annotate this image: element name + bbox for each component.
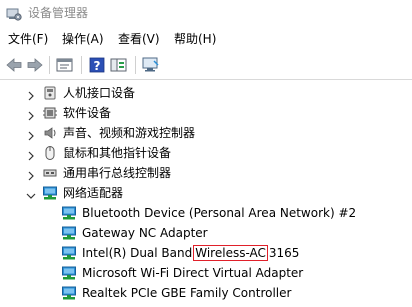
tree-category-mouse[interactable]: 鼠标和其他指针设备 <box>0 143 412 163</box>
tree-item-adapter[interactable]: Realtek PCIe GBE Family Controller <box>0 283 412 303</box>
forward-arrow-icon[interactable] <box>25 56 45 74</box>
menu-help[interactable]: 帮助(H) <box>174 31 216 47</box>
tree-category-label: 软件设备 <box>63 106 112 120</box>
network-adapter-icon <box>61 225 77 241</box>
tree-category-label: 声音、视频和游戏控制器 <box>63 126 196 140</box>
menu-view[interactable]: 查看(V) <box>118 31 160 47</box>
tree-item-adapter-wireless[interactable]: Intel(R) Dual Band Wireless-AC 3165 <box>0 243 412 263</box>
speaker-icon <box>42 125 58 141</box>
tree-item-label: Bluetooth Device (Personal Area Network)… <box>82 206 357 220</box>
menu-action[interactable]: 操作(A) <box>62 31 104 47</box>
tree-category-sound[interactable]: 声音、视频和游戏控制器 <box>0 123 412 143</box>
chevron-down-icon[interactable] <box>25 187 37 199</box>
scan-hardware-icon[interactable] <box>141 56 161 74</box>
tree-category-label: 鼠标和其他指针设备 <box>63 146 172 160</box>
menu-file[interactable]: 文件(F) <box>8 31 48 47</box>
usb-icon <box>42 165 58 181</box>
toolbar-separator <box>49 56 50 74</box>
mouse-icon <box>42 145 58 161</box>
properties-icon[interactable] <box>55 56 75 74</box>
tree-category-usb[interactable]: 通用串行总线控制器 <box>0 163 412 183</box>
chevron-right-icon[interactable] <box>25 127 37 141</box>
network-adapter-icon <box>61 285 77 301</box>
device-manager-icon <box>6 6 22 22</box>
network-adapter-icon <box>61 265 77 281</box>
tree-item-adapter[interactable]: Microsoft Wi-Fi Direct Virtual Adapter <box>0 263 412 283</box>
tree-category-label: 人机接口设备 <box>63 86 136 100</box>
highlighted-text: Wireless-AC <box>193 245 268 261</box>
back-arrow-icon[interactable] <box>4 56 24 74</box>
tree-item-adapter[interactable]: Gateway NC Adapter <box>0 223 412 243</box>
toolbar: ? <box>0 51 412 80</box>
tree-item-label: Microsoft Wi-Fi Direct Virtual Adapter <box>82 266 304 280</box>
svg-text:?: ? <box>94 59 101 73</box>
tree-category-network[interactable]: 网络适配器 <box>0 183 412 203</box>
tree-category-label: 通用串行总线控制器 <box>63 166 172 180</box>
chevron-right-icon[interactable] <box>25 87 37 101</box>
chevron-right-icon[interactable] <box>25 107 37 121</box>
tree-category-hid[interactable]: 人机接口设备 <box>0 83 412 103</box>
tree-item-adapter[interactable]: Bluetooth Device (Personal Area Network)… <box>0 203 412 223</box>
toolbar-separator <box>81 56 82 74</box>
network-adapter-icon <box>42 185 58 201</box>
help-icon[interactable]: ? <box>87 56 107 74</box>
device-manager-window: 设备管理器 文件(F) 操作(A) 查看(V) 帮助(H) ? 人机接口设备 软… <box>0 0 412 307</box>
software-device-icon <box>42 105 58 121</box>
tree-item-label: Intel(R) Dual Band Wireless-AC 3165 <box>82 245 299 261</box>
device-tree: 人机接口设备 软件设备 声音、视频和游戏控制器 鼠标和其他指针设备 通用串行总线… <box>0 80 412 307</box>
chevron-right-icon[interactable] <box>25 167 37 181</box>
tree-category-label: 网络适配器 <box>63 186 124 200</box>
toolbar-separator <box>135 56 136 74</box>
chevron-right-icon[interactable] <box>25 147 37 161</box>
view-panel-icon[interactable] <box>109 56 129 74</box>
network-adapter-icon <box>61 245 77 261</box>
tree-category-software[interactable]: 软件设备 <box>0 103 412 123</box>
adapter-name-prefix: Intel(R) Dual Band <box>82 246 193 260</box>
adapter-name-suffix: 3165 <box>268 246 300 260</box>
tree-item-label: Gateway NC Adapter <box>82 226 208 240</box>
title-bar: 设备管理器 <box>0 0 412 28</box>
menu-bar: 文件(F) 操作(A) 查看(V) 帮助(H) <box>0 28 412 50</box>
tree-item-label: Realtek PCIe GBE Family Controller <box>82 286 292 300</box>
window-title: 设备管理器 <box>28 6 89 20</box>
network-adapter-icon <box>61 205 77 221</box>
hid-icon <box>42 85 58 101</box>
